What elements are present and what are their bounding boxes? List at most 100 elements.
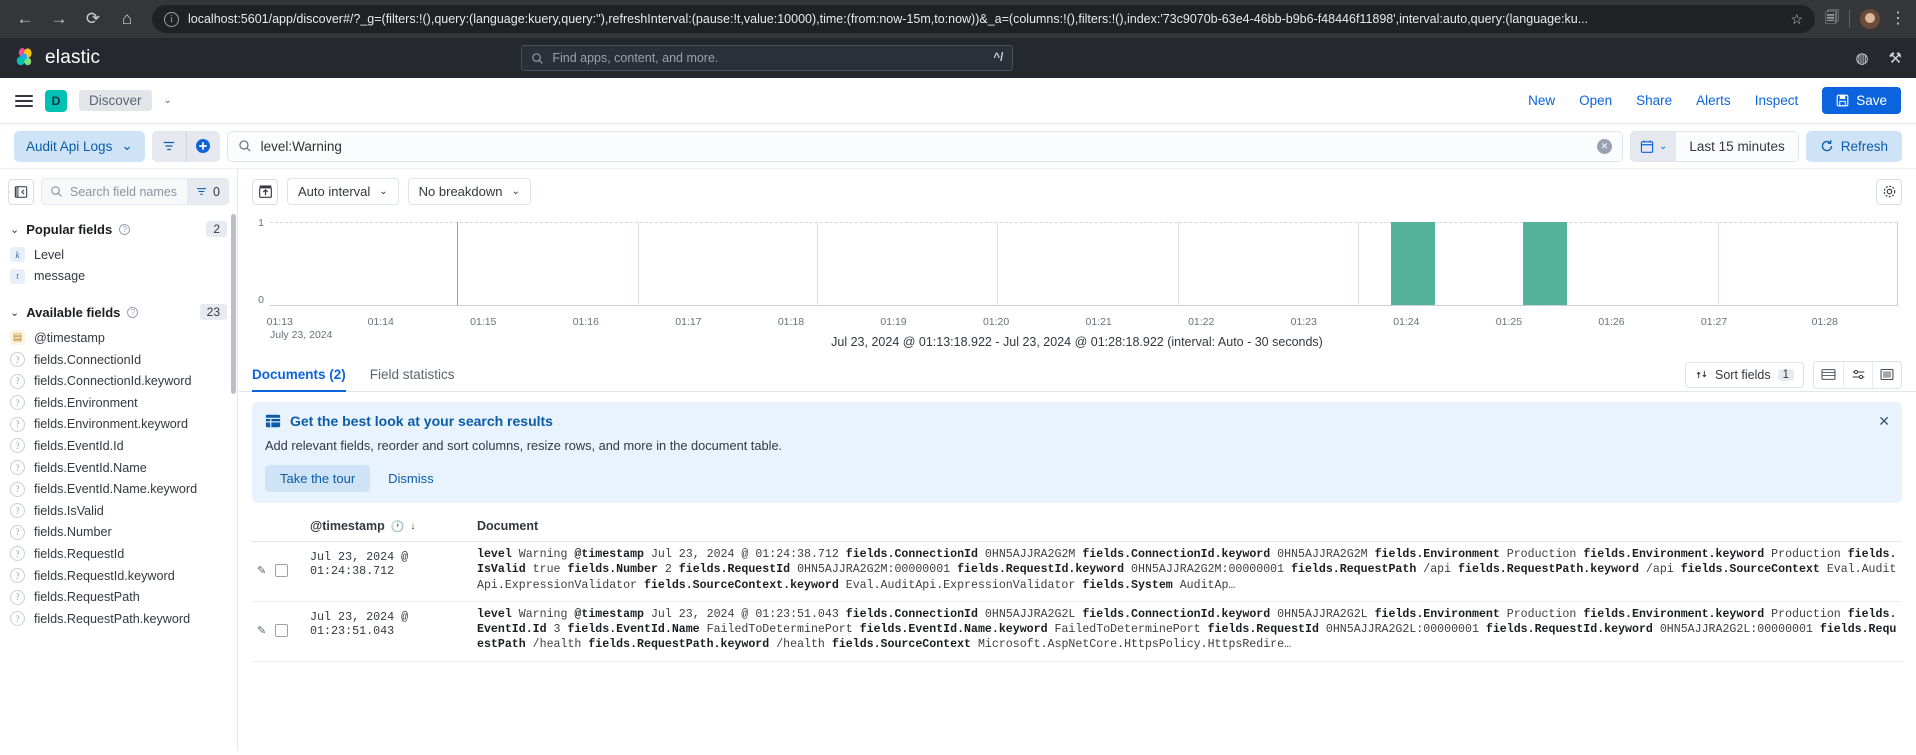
sort-icon: [1696, 370, 1707, 379]
breakdown-select[interactable]: No breakdown ⌄: [407, 178, 531, 205]
x-axis-date-label: July 23, 2024: [270, 329, 333, 341]
chart-bar[interactable]: [1391, 222, 1435, 305]
field-item-message[interactable]: t message: [0, 266, 237, 288]
time-picker-quick-menu[interactable]: ⌄: [1631, 131, 1677, 161]
global-search-input[interactable]: Find apps, content, and more. ^/: [521, 45, 1014, 71]
popular-fields-header[interactable]: ⌄ Popular fields ? 2: [0, 212, 237, 244]
breadcrumb-discover[interactable]: Discover: [79, 90, 152, 111]
dismiss-button[interactable]: Dismiss: [380, 465, 442, 492]
deployment-icon[interactable]: ⚒: [1889, 49, 1902, 67]
refresh-button[interactable]: Refresh: [1805, 130, 1902, 162]
field-item[interactable]: ? fields.RequestPath.keyword: [0, 608, 237, 630]
field-item[interactable]: ? fields.ConnectionId: [0, 349, 237, 371]
clear-query-icon[interactable]: ✕: [1597, 138, 1613, 154]
column-header-document[interactable]: Document: [477, 519, 1902, 533]
column-header-timestamp[interactable]: @timestamp 🕐 ↓: [310, 519, 477, 533]
space-avatar[interactable]: D: [45, 89, 67, 112]
help-icon[interactable]: ?: [127, 306, 139, 318]
main-menu-icon[interactable]: [15, 94, 33, 107]
share-link[interactable]: Share: [1636, 93, 1672, 108]
column-header-timestamp-label: @timestamp: [310, 519, 385, 533]
sliders-icon: [1852, 369, 1864, 380]
field-item[interactable]: ? fields.EventId.Name.keyword: [0, 478, 237, 500]
open-link[interactable]: Open: [1579, 93, 1612, 108]
collapse-sidebar-button[interactable]: [8, 178, 34, 205]
chevron-down-icon: ⌄: [511, 186, 520, 197]
alerts-link[interactable]: Alerts: [1696, 93, 1731, 108]
chevron-down-icon[interactable]: ⌄: [164, 95, 172, 106]
sidebar-search-row: Search field names 0: [0, 169, 237, 212]
site-info-icon[interactable]: i: [164, 11, 179, 27]
browser-reload-button[interactable]: ⟳: [78, 4, 108, 34]
field-item[interactable]: ? fields.Environment.keyword: [0, 414, 237, 436]
extensions-icon[interactable]: 🗐: [1825, 7, 1839, 31]
chart-options-button[interactable]: [1876, 178, 1902, 205]
browser-forward-button[interactable]: →: [44, 4, 74, 34]
elastic-brand[interactable]: elastic: [14, 47, 100, 69]
browser-home-button[interactable]: ⌂: [112, 4, 142, 34]
field-item[interactable]: ? fields.RequestPath: [0, 586, 237, 608]
chevron-down-icon: ⌄: [379, 186, 388, 197]
row-document-summary: level Warning @timestamp Jul 23, 2024 @ …: [477, 607, 1897, 652]
fullscreen-button[interactable]: [1872, 361, 1901, 388]
field-filter-button[interactable]: 0: [187, 179, 228, 204]
table-row[interactable]: ✎ Jul 23, 2024 @ 01:23:51.043 level Warn…: [252, 602, 1902, 662]
field-item[interactable]: ? fields.IsValid: [0, 500, 237, 522]
field-item[interactable]: ? fields.EventId.Id: [0, 435, 237, 457]
help-icon[interactable]: ◍: [1855, 49, 1868, 67]
callout-title: Get the best look at your search results: [290, 413, 553, 429]
row-checkbox[interactable]: [275, 564, 289, 578]
help-icon[interactable]: ?: [119, 223, 131, 235]
tab-field-statistics[interactable]: Field statistics: [370, 358, 455, 392]
histogram-chart[interactable]: 1 0 01:13 01:14 01:15 01:16 01:17 01:18 …: [252, 214, 1898, 341]
field-item[interactable]: ? fields.EventId.Name: [0, 457, 237, 479]
table-row[interactable]: ✎ Jul 23, 2024 @ 01:24:38.712 level Warn…: [252, 542, 1902, 602]
row-checkbox[interactable]: [275, 624, 289, 638]
time-range-label[interactable]: Last 15 minutes: [1676, 131, 1798, 161]
field-item[interactable]: ? fields.Environment: [0, 392, 237, 414]
row-height-button[interactable]: [1814, 362, 1843, 388]
save-button[interactable]: Save: [1822, 87, 1901, 114]
sort-fields-button[interactable]: Sort fields 1: [1685, 361, 1804, 388]
expand-document-icon[interactable]: ✎: [257, 624, 266, 637]
available-fields-header[interactable]: ⌄ Available fields ? 23: [0, 287, 237, 327]
field-name: fields.EventId.Name.keyword: [34, 482, 198, 497]
take-the-tour-button[interactable]: Take the tour: [265, 465, 371, 492]
tab-documents[interactable]: Documents (2): [252, 358, 346, 392]
data-view-selector[interactable]: Audit Api Logs ⌄: [14, 130, 145, 162]
expand-document-icon[interactable]: ✎: [257, 564, 266, 577]
close-icon[interactable]: ✕: [1878, 413, 1890, 430]
inspect-link[interactable]: Inspect: [1755, 93, 1799, 108]
toggle-chart-button[interactable]: [252, 178, 278, 205]
browser-profile-avatar[interactable]: [1860, 9, 1880, 29]
field-item[interactable]: ? fields.RequestId.keyword: [0, 565, 237, 587]
bookmark-star-icon[interactable]: ☆: [1790, 11, 1803, 28]
browser-menu-icon[interactable]: ⋮: [1890, 11, 1906, 27]
field-item-level[interactable]: k Level: [0, 244, 237, 266]
address-bar[interactable]: i localhost:5601/app/discover#/?_g=(filt…: [152, 5, 1815, 33]
field-item-timestamp[interactable]: ▤ @timestamp: [0, 327, 237, 349]
field-name: fields.IsValid: [34, 503, 104, 518]
field-item[interactable]: ? fields.Number: [0, 522, 237, 544]
new-link[interactable]: New: [1528, 93, 1555, 108]
field-item[interactable]: ? fields.RequestId: [0, 543, 237, 565]
result-tabs: Documents (2) Field statistics Sort fiel…: [238, 358, 1916, 392]
filter-options-button[interactable]: [151, 130, 186, 162]
x-tick: 01:15: [470, 316, 497, 328]
field-item[interactable]: ? fields.ConnectionId.keyword: [0, 370, 237, 392]
sort-descending-icon[interactable]: ↓: [410, 521, 415, 532]
add-filter-button[interactable]: [185, 130, 220, 162]
field-search-input[interactable]: Search field names 0: [41, 178, 229, 205]
query-input[interactable]: level:Warning ✕: [226, 130, 1624, 162]
sidebar-scrollbar[interactable]: [231, 214, 236, 394]
calendar-icon: [1640, 139, 1654, 153]
browser-back-button[interactable]: ←: [10, 4, 40, 34]
chart-bar[interactable]: [1522, 222, 1567, 305]
elastic-nav-actions: ◍ ⚒: [1855, 49, 1902, 67]
interval-select[interactable]: Auto interval ⌄: [287, 178, 399, 205]
time-picker: ⌄ Last 15 minutes: [1630, 130, 1799, 162]
field-list-scroll[interactable]: ⌄ Popular fields ? 2 k Level t message ⌄…: [0, 212, 237, 750]
display-settings-button[interactable]: [1843, 361, 1872, 388]
x-tick: 01:26: [1598, 316, 1625, 328]
x-tick: 01:13: [266, 316, 293, 328]
